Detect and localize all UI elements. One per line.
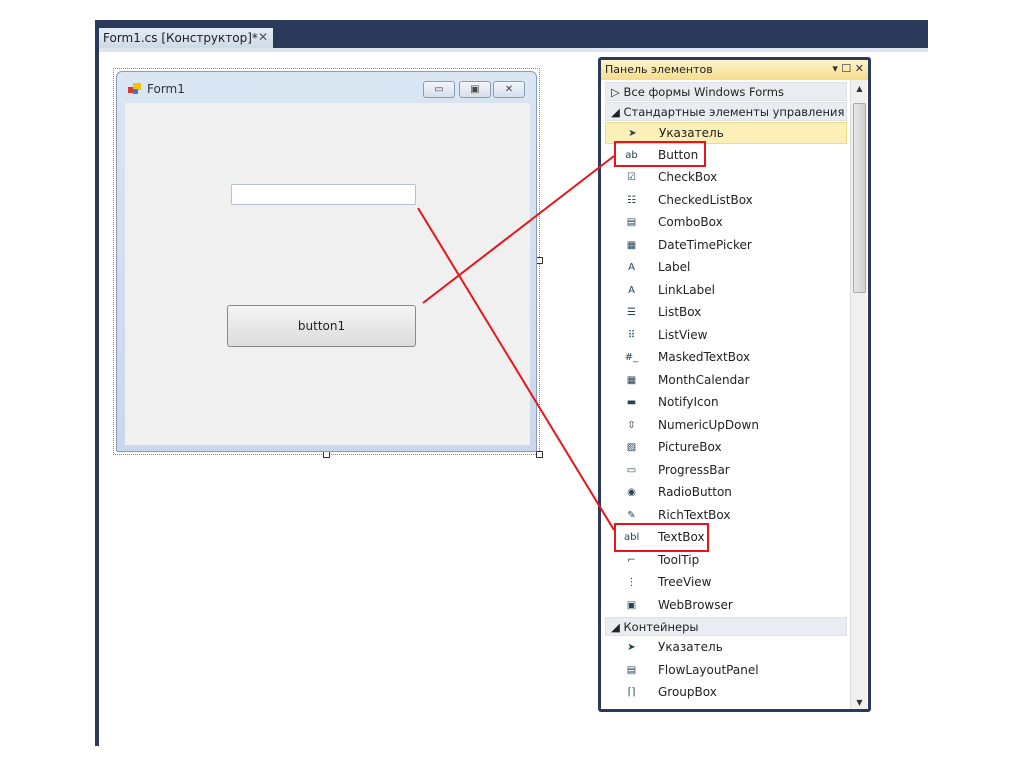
connector-lines bbox=[417, 155, 615, 531]
textbox-connector-line bbox=[417, 207, 615, 531]
button-connector-line bbox=[422, 155, 615, 304]
